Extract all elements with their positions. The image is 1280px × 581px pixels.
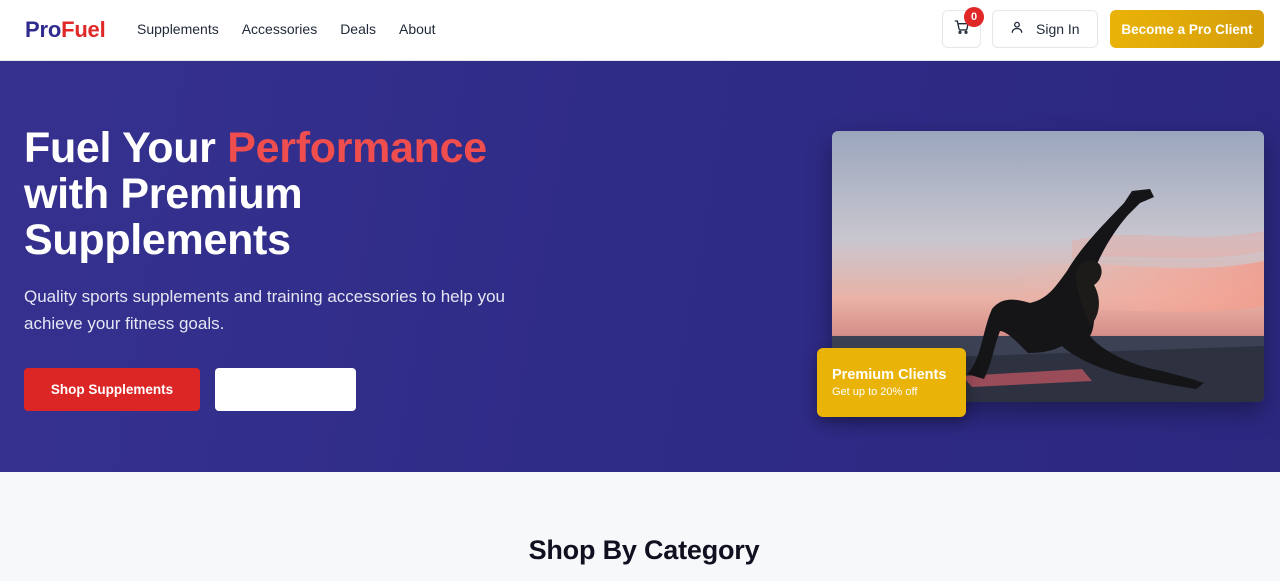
hero-title: Fuel Your Performance with Premium Suppl… bbox=[24, 125, 584, 263]
user-icon bbox=[1010, 20, 1024, 39]
nav-link-deals[interactable]: Deals bbox=[340, 21, 376, 37]
promo-title: Premium Clients bbox=[832, 367, 947, 383]
brand-name-part2: Fuel bbox=[61, 17, 106, 42]
become-pro-client-button[interactable]: Become a Pro Client bbox=[1110, 10, 1264, 48]
hero-title-line3: Supplements bbox=[24, 216, 291, 264]
top-navbar: ProFuel Supplements Accessories Deals Ab… bbox=[0, 0, 1280, 61]
nav-link-about[interactable]: About bbox=[399, 21, 436, 37]
hero-title-line2: with Premium bbox=[24, 170, 303, 218]
hero-title-part1: Fuel Your bbox=[24, 124, 228, 172]
nav-link-accessories[interactable]: Accessories bbox=[242, 21, 317, 37]
secondary-hero-button[interactable] bbox=[215, 368, 356, 411]
sign-in-label: Sign In bbox=[1036, 21, 1080, 37]
shop-supplements-button[interactable]: Shop Supplements bbox=[24, 368, 200, 411]
hero-title-accent: Performance bbox=[227, 124, 487, 172]
brand-name-part1: Pro bbox=[25, 17, 62, 42]
sign-in-button[interactable]: Sign In bbox=[992, 10, 1098, 48]
brand-logo[interactable]: ProFuel bbox=[25, 17, 106, 43]
cart-count-badge: 0 bbox=[964, 7, 984, 27]
hero-subtitle: Quality sports supplements and training … bbox=[24, 287, 505, 333]
shop-by-category-heading: Shop By Category bbox=[528, 535, 760, 565]
nav-link-supplements[interactable]: Supplements bbox=[137, 21, 219, 37]
premium-clients-card[interactable]: Premium Clients Get up to 20% off bbox=[817, 348, 966, 417]
promo-subtitle: Get up to 20% off bbox=[832, 386, 918, 398]
main-nav: Supplements Accessories Deals About bbox=[137, 21, 436, 37]
hero-section: Fuel Your Performance with Premium Suppl… bbox=[0, 61, 1280, 472]
